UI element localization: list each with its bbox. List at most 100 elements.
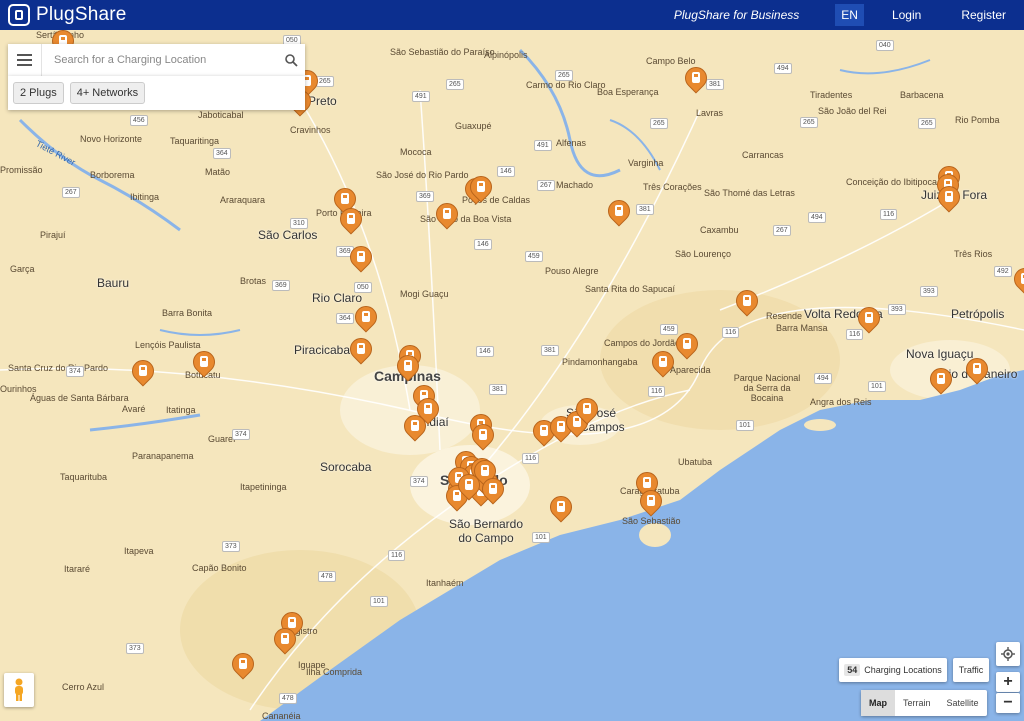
charging-station-pin[interactable] — [635, 485, 667, 522]
search-icon[interactable] — [277, 45, 305, 75]
location-count: 54 — [844, 664, 861, 676]
place-label: São Thomé das Letras — [704, 188, 795, 198]
charging-station-pin[interactable] — [465, 171, 497, 208]
plug-icon — [465, 479, 473, 490]
brand-logo[interactable]: PlugShare — [8, 4, 127, 26]
plug-icon — [557, 421, 565, 432]
place-label: Barra Bonita — [162, 308, 213, 318]
charging-station-pin[interactable] — [227, 648, 259, 685]
charging-station-pin[interactable] — [853, 302, 885, 339]
place-label: Itatinga — [166, 405, 196, 415]
road-shield: 456 — [130, 115, 148, 126]
charging-station-pin[interactable] — [545, 491, 577, 528]
place-label: Parque Nacional da Serra da Bocaina — [733, 373, 801, 403]
road-shield: 381 — [636, 204, 654, 215]
plug-icon — [743, 295, 751, 306]
network-filter-chip[interactable]: 4+ Networks — [69, 82, 146, 104]
plug-filter-chip[interactable]: 2 Plugs — [13, 82, 64, 104]
road-shield: 116 — [722, 327, 740, 338]
charging-station-pin[interactable] — [345, 333, 377, 370]
place-label: Pouso Alegre — [545, 266, 599, 276]
road-shield: 491 — [534, 140, 552, 151]
place-label: Lençóis Paulista — [135, 340, 201, 350]
charging-station-pin[interactable] — [961, 353, 993, 390]
map-type-map[interactable]: Map — [861, 690, 895, 716]
charging-station-pin[interactable] — [392, 350, 424, 387]
place-label: Carmo do Rio Claro — [526, 80, 606, 90]
search-input[interactable] — [42, 45, 277, 75]
map-type-switcher: Map Terrain Satellite — [861, 690, 987, 716]
charging-station-pin[interactable] — [477, 473, 509, 510]
place-label: Ibitinga — [130, 192, 160, 202]
place-label: Matão — [205, 167, 231, 177]
place-label: Boa Esperança — [597, 87, 659, 97]
charging-station-pin[interactable] — [731, 285, 763, 322]
plug-icon — [937, 373, 945, 384]
charging-station-pin[interactable] — [680, 62, 712, 99]
place-label: Promissão — [0, 165, 43, 175]
charging-station-pin[interactable] — [269, 623, 301, 660]
road-shield: 146 — [497, 166, 515, 177]
charging-station-pin[interactable] — [1009, 263, 1024, 300]
road-shield: 310 — [290, 218, 308, 229]
city-label: São Carlos — [258, 228, 318, 242]
road-shield: 146 — [476, 346, 494, 357]
charging-station-pin[interactable] — [335, 203, 367, 240]
place-label: Três Rios — [954, 249, 993, 259]
place-label: Araraquara — [220, 195, 266, 205]
charging-station-pin[interactable] — [431, 198, 463, 235]
charging-station-pin[interactable] — [127, 355, 159, 392]
place-label: Lavras — [696, 108, 724, 118]
plug-icon — [973, 363, 981, 374]
charging-station-pin[interactable] — [603, 195, 635, 232]
map-canvas[interactable]: São Carlos Bauru Rio Claro Piracicaba Ca… — [0, 30, 1024, 721]
road-shield: 374 — [410, 476, 428, 487]
map-type-satellite[interactable]: Satellite — [939, 690, 987, 716]
road-shield: 374 — [66, 366, 84, 377]
business-link[interactable]: PlugShare for Business — [674, 8, 799, 22]
charging-station-pin[interactable] — [647, 346, 679, 383]
charging-station-pin[interactable] — [453, 469, 485, 506]
place-label: Paranapanema — [132, 451, 194, 461]
plug-icon — [239, 658, 247, 669]
place-label: Barbacena — [900, 90, 944, 100]
search-panel — [8, 44, 305, 76]
place-label: Mogi Guaçu — [400, 289, 449, 299]
plug-icon — [647, 495, 655, 506]
road-shield: 265 — [800, 117, 818, 128]
city-label: Nova Iguaçu — [906, 347, 974, 361]
map-type-terrain[interactable]: Terrain — [895, 690, 939, 716]
traffic-button[interactable]: Traffic — [953, 658, 989, 682]
road-shield: 491 — [412, 91, 430, 102]
place-label: Campo Belo — [646, 56, 696, 66]
street-view-pegman-icon[interactable] — [4, 673, 34, 707]
charging-station-pin[interactable] — [925, 363, 957, 400]
place-label: Santa Cruz do Rio Pardo — [8, 363, 109, 373]
road-shield: 369 — [416, 191, 434, 202]
login-link[interactable]: Login — [892, 8, 921, 22]
my-location-icon[interactable] — [996, 642, 1020, 666]
place-label: Brotas — [240, 276, 267, 286]
charging-station-pin[interactable] — [345, 241, 377, 278]
plug-icon — [362, 311, 370, 322]
road-shield: 494 — [774, 63, 792, 74]
zoom-in-button[interactable]: + — [996, 672, 1020, 692]
road-shield: 494 — [814, 373, 832, 384]
zoom-out-button[interactable]: − — [996, 693, 1020, 713]
road-shield: 101 — [532, 532, 550, 543]
location-count-button[interactable]: 54 Charging Locations — [839, 658, 947, 682]
language-button[interactable]: EN — [835, 4, 864, 26]
plug-icon — [8, 4, 30, 26]
city-label: Rio Claro — [312, 291, 363, 305]
charging-station-pin[interactable] — [933, 181, 965, 218]
charging-station-pin[interactable] — [350, 301, 382, 338]
place-label: Iguape — [298, 660, 326, 670]
charging-station-pin[interactable] — [399, 410, 431, 447]
plug-icon — [692, 72, 700, 83]
place-label: Pirajuí — [40, 230, 66, 240]
register-link[interactable]: Register — [961, 8, 1006, 22]
menu-icon[interactable] — [8, 44, 42, 76]
charging-station-pin[interactable] — [188, 346, 220, 383]
charging-station-pin[interactable] — [671, 328, 703, 365]
charging-station-pin[interactable] — [571, 393, 603, 430]
